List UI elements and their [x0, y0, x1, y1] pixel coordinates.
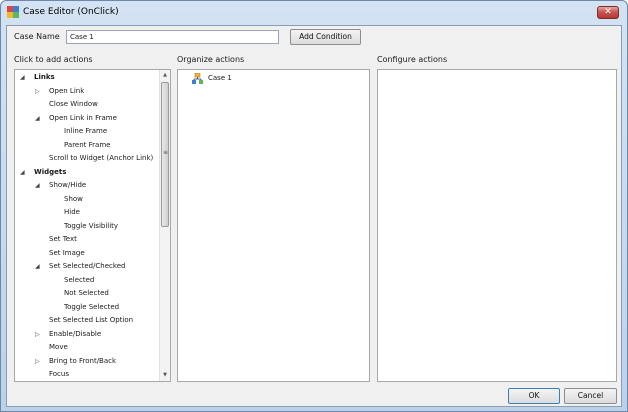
tree-action-item[interactable]: Not Selected: [64, 287, 109, 300]
tree-action-item[interactable]: Selected: [64, 274, 94, 287]
case-name-input[interactable]: Case 1: [66, 30, 279, 44]
configure-actions-heading: Configure actions: [377, 55, 448, 64]
grip-icon: ≡: [163, 149, 169, 156]
tree-action-item[interactable]: Set Image: [49, 247, 85, 260]
expanded-arrow-icon[interactable]: ◢: [20, 71, 25, 84]
tree-action-item[interactable]: Scroll to Widget (Anchor Link): [49, 152, 153, 165]
tree-action-item[interactable]: Set Selected List Option: [49, 314, 133, 327]
action-tree-panel: ◢ Links ▷ Open Link Close Window ◢ Open Link i…: [14, 69, 171, 382]
tree-category[interactable]: Widgets: [34, 166, 66, 179]
collapsed-arrow-icon[interactable]: ▷: [35, 328, 40, 341]
close-button[interactable]: ✕: [597, 6, 619, 19]
case-editor-window: Case Editor (OnClick) ✕ Case Name Case 1…: [0, 0, 628, 412]
expanded-arrow-icon[interactable]: ◢: [20, 166, 25, 179]
scroll-down-arrow-icon[interactable]: ▼: [160, 370, 170, 381]
scroll-up-arrow-icon[interactable]: ▲: [160, 70, 170, 81]
organize-actions-panel[interactable]: Case 1: [177, 69, 370, 382]
tree-action-item[interactable]: Focus: [49, 368, 69, 381]
expanded-arrow-icon[interactable]: ◢: [35, 112, 40, 125]
tree-action-item[interactable]: Move: [49, 341, 68, 354]
tree-action-item[interactable]: Show/Hide: [49, 179, 86, 192]
configure-actions-panel[interactable]: [377, 69, 617, 382]
title-bar[interactable]: Case Editor (OnClick) ✕: [1, 1, 627, 25]
tree-action-item[interactable]: Show: [64, 193, 83, 206]
add-actions-heading: Click to add actions: [14, 55, 93, 64]
collapsed-arrow-icon[interactable]: ▷: [35, 85, 40, 98]
cancel-button[interactable]: Cancel: [564, 388, 617, 404]
window-title: Case Editor (OnClick): [23, 7, 119, 17]
tree-action-item[interactable]: Bring to Front/Back: [49, 355, 116, 368]
case-label: Case 1: [208, 74, 232, 82]
ok-button[interactable]: OK: [508, 388, 560, 404]
case-tree-icon: [192, 73, 203, 84]
tree-action-item[interactable]: Open Link in Frame: [49, 112, 117, 125]
tree-action-item[interactable]: Toggle Visibility: [64, 220, 118, 233]
tree-action-item[interactable]: Parent Frame: [64, 139, 110, 152]
tree-action-item[interactable]: Hide: [64, 206, 80, 219]
dialog-body: Case Name Case 1 Add Condition Click to …: [6, 25, 622, 407]
organize-actions-heading: Organize actions: [177, 55, 245, 64]
app-icon: [7, 6, 19, 18]
tree-action-item[interactable]: Set Text: [49, 233, 77, 246]
case-name-label: Case Name: [14, 32, 60, 41]
tree-action-item[interactable]: Open Link: [49, 85, 84, 98]
tree-category[interactable]: Links: [34, 71, 55, 84]
collapsed-arrow-icon[interactable]: ▷: [35, 355, 40, 368]
tree-action-item[interactable]: Enable/Disable: [49, 328, 101, 341]
tree-action-item[interactable]: Set Selected/Checked: [49, 260, 125, 273]
tree-action-item[interactable]: Close Window: [49, 98, 98, 111]
expanded-arrow-icon[interactable]: ◢: [35, 260, 40, 273]
scroll-thumb[interactable]: ≡: [161, 82, 169, 227]
expanded-arrow-icon[interactable]: ◢: [35, 179, 40, 192]
add-condition-button[interactable]: Add Condition: [290, 29, 361, 45]
tree-action-item[interactable]: Inline Frame: [64, 125, 107, 138]
tree-action-item[interactable]: Toggle Selected: [64, 301, 119, 314]
action-tree-scrollbar[interactable]: ▲ ≡ ▼: [159, 70, 170, 381]
